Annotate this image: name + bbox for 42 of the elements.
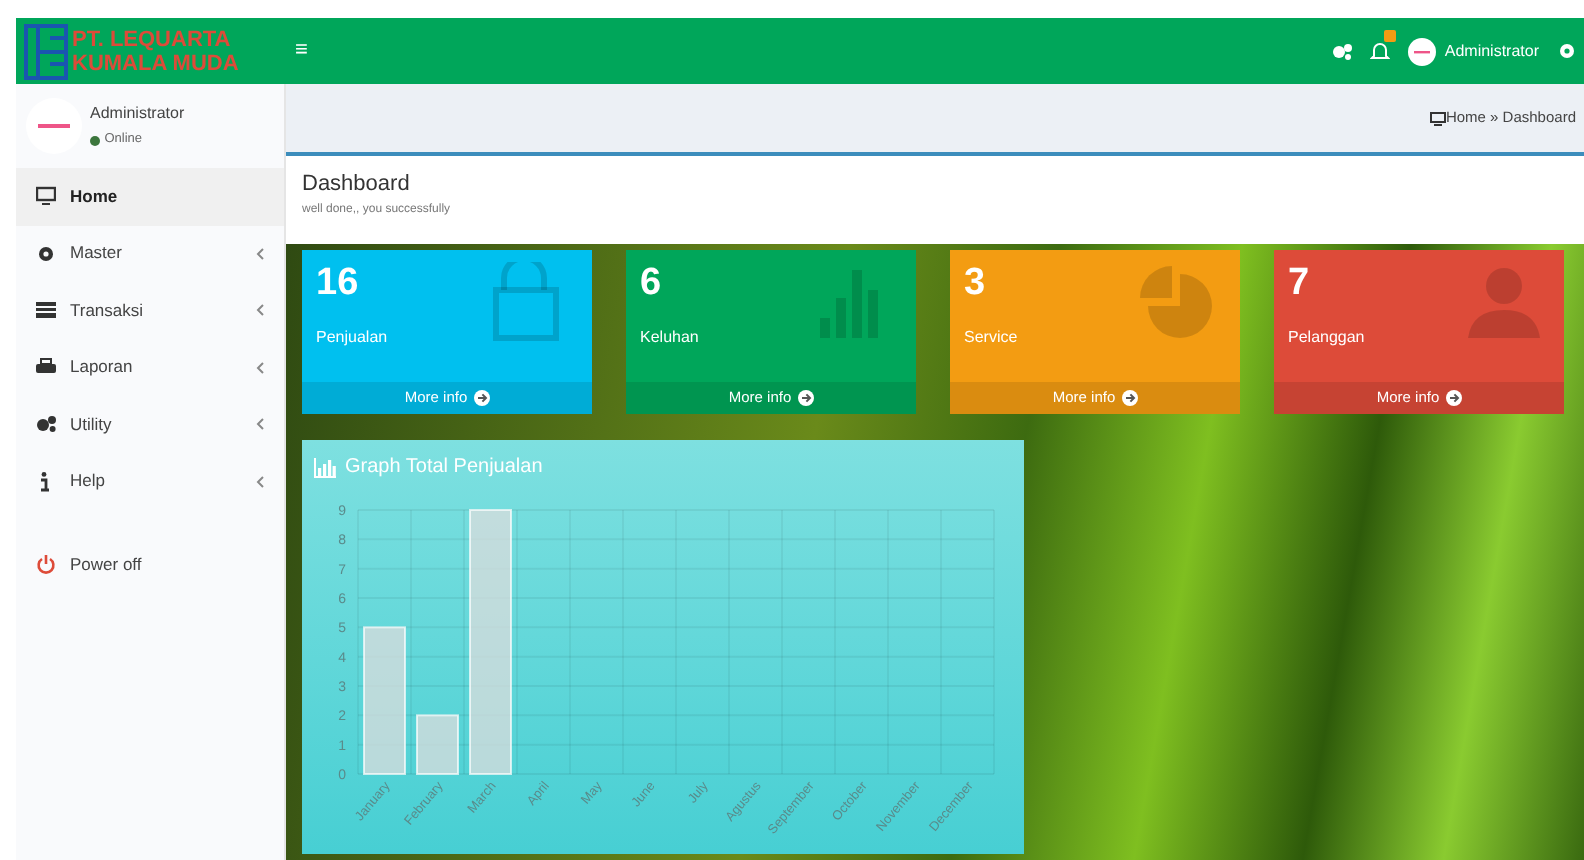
stat-value: 3 <box>964 262 986 306</box>
bell-icon[interactable] <box>1369 40 1390 61</box>
arrow-circle-icon <box>797 390 814 406</box>
printer-icon <box>36 357 56 378</box>
sidebar-item[interactable]: Master <box>16 225 284 282</box>
gears-icon[interactable] <box>1331 42 1352 60</box>
chart-title: Graph Total Penjualan <box>345 454 543 482</box>
sidebar-item[interactable]: Home <box>16 168 284 225</box>
sidebar-item[interactable]: Laporan <box>16 339 284 396</box>
user-name: Administrator <box>1444 39 1539 63</box>
arrow-circle-icon <box>473 390 490 406</box>
avatar-icon <box>1407 37 1436 65</box>
sidebar-item[interactable]: Power off <box>16 536 284 593</box>
user-name: Administrator <box>90 102 185 126</box>
gear-icon <box>36 243 56 264</box>
stat-value: 6 <box>640 262 662 306</box>
gears-icon <box>36 414 56 435</box>
page-title: Dashboard <box>302 170 412 200</box>
sidebar-item[interactable]: Utility <box>16 396 284 453</box>
person-icon <box>1464 262 1544 342</box>
stat-value: 16 <box>316 262 359 306</box>
sidebar-item[interactable]: Help <box>16 453 284 510</box>
chart-bar <box>416 714 459 775</box>
arrow-circle-icon <box>1445 390 1462 406</box>
company-name: PT. LEQUARTA KUMALA MUDA <box>72 27 239 75</box>
stat-label: Penjualan <box>316 326 388 350</box>
avatar-icon <box>25 98 81 154</box>
bar-chart-icon <box>314 457 336 477</box>
arrow-circle-icon <box>1121 390 1138 406</box>
notification-badge <box>1383 29 1396 42</box>
monitor-icon <box>36 186 56 207</box>
sidebar-item[interactable]: Transaksi <box>16 282 284 339</box>
monitor-icon <box>1429 111 1446 125</box>
power-icon <box>36 554 56 575</box>
logo-icon <box>24 23 68 79</box>
stat-value: 7 <box>1288 262 1310 306</box>
stat-label: Keluhan <box>640 326 699 350</box>
stat-label: Service <box>964 326 1018 350</box>
stat-label: Pelanggan <box>1288 326 1365 350</box>
status-dot-icon <box>90 135 100 146</box>
list-icon <box>36 300 56 321</box>
settings-icon[interactable] <box>1557 42 1575 60</box>
